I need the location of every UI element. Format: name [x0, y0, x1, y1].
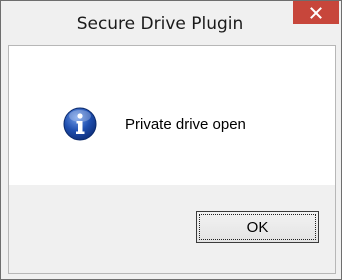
message-area: Private drive open: [9, 46, 335, 185]
close-icon: [310, 6, 322, 19]
message-dialog-window: Secure Drive Plugin Private drive open O…: [0, 0, 342, 280]
info-icon: [63, 107, 97, 141]
dialog-client-area: Private drive open OK: [8, 45, 336, 274]
dialog-message: Private drive open: [125, 116, 246, 133]
window-title: Secure Drive Plugin: [76, 14, 244, 34]
title-bar[interactable]: Secure Drive Plugin: [1, 1, 341, 45]
close-button[interactable]: [293, 1, 339, 24]
ok-button-label: OK: [199, 214, 316, 240]
ok-button[interactable]: OK: [196, 211, 319, 243]
